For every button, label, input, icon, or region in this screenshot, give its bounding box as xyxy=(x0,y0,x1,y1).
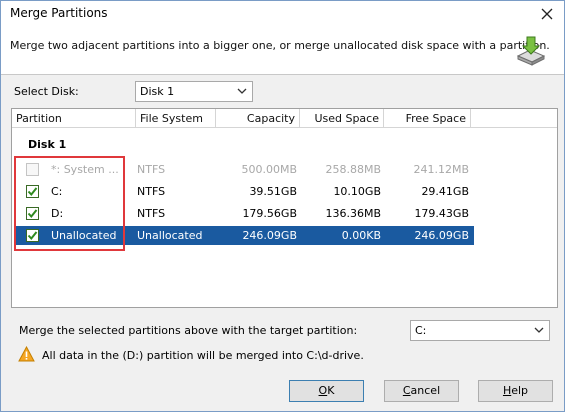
free-space: 179.43GB xyxy=(414,207,469,220)
close-icon[interactable] xyxy=(536,4,558,24)
row-checkbox[interactable] xyxy=(26,185,39,198)
window-title: Merge Partitions xyxy=(10,6,108,20)
column-header-free-space[interactable]: Free Space xyxy=(384,109,471,128)
check-icon xyxy=(27,231,38,241)
file-system: Unallocated xyxy=(137,229,203,242)
partition-name: Unallocated xyxy=(51,229,117,242)
merge-partitions-dialog: Merge Partitions Merge two adjacent part… xyxy=(0,0,565,412)
disk-select[interactable]: Disk 1 xyxy=(135,81,253,102)
capacity: 246.09GB xyxy=(242,229,297,242)
row-checkbox[interactable] xyxy=(26,163,39,176)
used-space: 10.10GB xyxy=(333,185,381,198)
partition-name: D: xyxy=(51,207,64,220)
target-partition-value: C: xyxy=(415,324,427,337)
file-system: NTFS xyxy=(137,185,166,198)
disk-group-title: Disk 1 xyxy=(28,138,67,151)
cancel-button[interactable]: Cancel xyxy=(384,380,459,402)
target-partition-label: Merge the selected partitions above with… xyxy=(19,324,358,337)
table-row[interactable]: Unallocated Unallocated 246.09GB 0.00KB … xyxy=(15,226,474,245)
free-space: 246.09GB xyxy=(414,229,469,242)
row-checkbox[interactable] xyxy=(26,207,39,220)
warning-icon xyxy=(18,346,35,362)
table-header: Partition File System Capacity Used Spac… xyxy=(12,109,557,128)
chevron-down-icon xyxy=(534,327,544,333)
help-button[interactable]: Help xyxy=(478,380,553,402)
used-space: 0.00KB xyxy=(341,229,381,242)
table-row[interactable]: *: System ... NTFS 500.00MB 258.88MB 241… xyxy=(15,160,474,179)
free-space: 29.41GB xyxy=(421,185,469,198)
ok-button[interactable]: OK xyxy=(289,380,364,402)
column-header-used-space[interactable]: Used Space xyxy=(300,109,384,128)
partition-table: Partition File System Capacity Used Spac… xyxy=(11,108,558,308)
title-bar: Merge Partitions xyxy=(1,1,564,27)
column-header-file-system[interactable]: File System xyxy=(136,109,216,128)
check-icon xyxy=(27,209,38,219)
file-system: NTFS xyxy=(137,207,166,220)
partition-name: C: xyxy=(51,185,63,198)
column-header-partition[interactable]: Partition xyxy=(12,109,136,128)
warning-text: All data in the (D:) partition will be m… xyxy=(42,349,364,362)
target-partition-select[interactable]: C: xyxy=(410,320,550,341)
chevron-down-icon xyxy=(237,88,247,94)
used-space: 136.36MB xyxy=(325,207,381,220)
file-system: NTFS xyxy=(137,163,166,176)
check-icon xyxy=(27,187,38,197)
free-space: 241.12MB xyxy=(413,163,469,176)
capacity: 500.00MB xyxy=(241,163,297,176)
table-row[interactable]: D: NTFS 179.56GB 136.36MB 179.43GB xyxy=(15,204,474,223)
used-space: 258.88MB xyxy=(325,163,381,176)
capacity: 179.56GB xyxy=(242,207,297,220)
select-disk-label: Select Disk: xyxy=(14,85,79,98)
header-band: Merge two adjacent partitions into a big… xyxy=(1,27,564,75)
column-header-capacity[interactable]: Capacity xyxy=(216,109,300,128)
row-checkbox[interactable] xyxy=(26,229,39,242)
table-row[interactable]: C: NTFS 39.51GB 10.10GB 29.41GB xyxy=(15,182,474,201)
header-description: Merge two adjacent partitions into a big… xyxy=(10,39,550,52)
merge-disk-icon xyxy=(516,36,546,66)
disk-select-value: Disk 1 xyxy=(140,85,175,98)
capacity: 39.51GB xyxy=(249,185,297,198)
partition-name: *: System ... xyxy=(51,163,119,176)
